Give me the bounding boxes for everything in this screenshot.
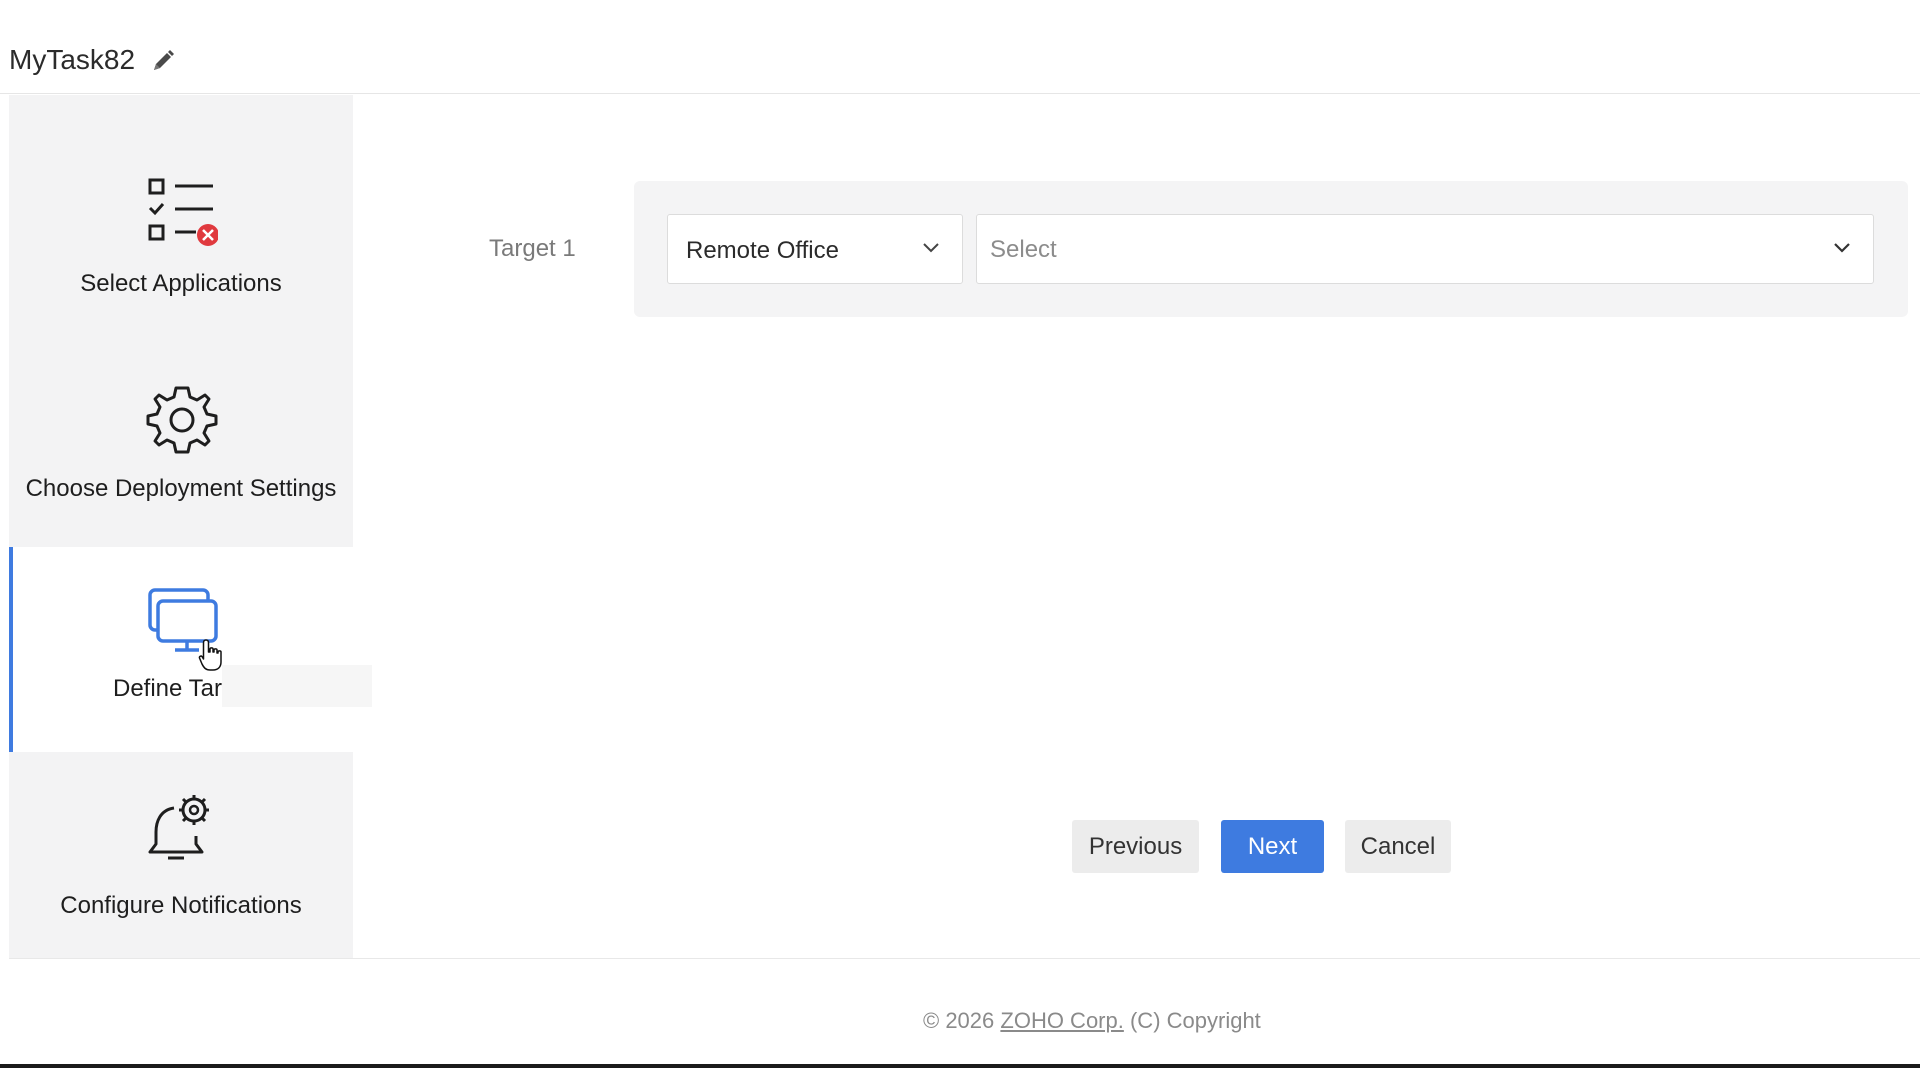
step-deployment-settings[interactable]: Choose Deployment Settings [9,300,353,505]
step-label: Select Applications [80,270,282,297]
step-select-applications[interactable]: Select Applications [9,95,353,300]
chevron-down-icon [1833,239,1851,257]
target-label: Target 1 [489,235,576,262]
bottom-bar [0,1064,1920,1068]
checklist-icon [146,177,219,249]
target-type-dropdown[interactable]: Remote Office [667,214,963,284]
footer-copyright-year: © 2026 [923,1008,995,1033]
target-select-placeholder: Select [990,236,1057,263]
content-divider [9,958,1920,959]
cancel-button[interactable]: Cancel [1345,820,1451,873]
wizard-sidebar: Select Applications Choose Deployment Se… [9,95,353,959]
next-button[interactable]: Next [1221,820,1324,873]
step-label: Choose Deployment Settings [25,475,337,502]
step-label: Configure Notifications [60,892,302,919]
gear-icon [146,384,218,456]
target-type-value: Remote Office [686,237,839,264]
step-define-target[interactable]: Define Tar [9,547,353,752]
zoho-corp-link[interactable]: ZOHO Corp. [1000,1008,1123,1033]
bell-gear-icon [146,792,218,864]
footer-copyright-text: (C) Copyright [1129,1008,1261,1033]
monitors-icon [147,587,219,659]
pencil-icon[interactable] [148,46,178,76]
step-configure-notifications[interactable]: Configure Notifications [9,752,353,959]
previous-button[interactable]: Previous [1072,820,1199,873]
title-divider [0,93,1920,94]
chevron-down-icon [922,239,940,257]
tooltip [222,665,372,707]
task-title: MyTask82 [9,44,136,75]
target-select-dropdown[interactable]: Select [976,214,1874,284]
title-row: MyTask82 [0,0,1920,94]
